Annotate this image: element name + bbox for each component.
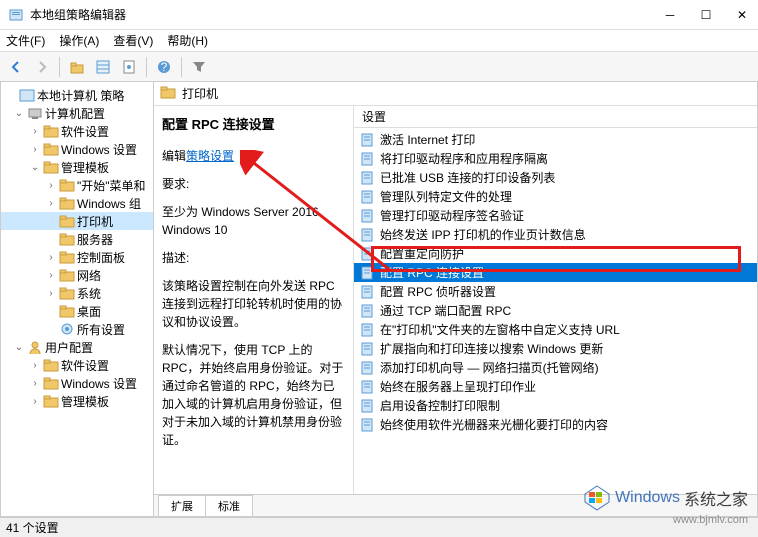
separator (181, 57, 182, 77)
list-item[interactable]: 在"打印机"文件夹的左窗格中自定义支持 URL (354, 320, 757, 339)
edit-policy-link[interactable]: 策略设置 (186, 149, 234, 163)
policy-icon (360, 418, 376, 432)
tree-printers[interactable]: 打印机 (1, 212, 153, 230)
help-button[interactable]: ? (152, 55, 176, 79)
setting-title: 配置 RPC 连接设置 (162, 114, 345, 133)
tree-control-panel[interactable]: ›控制面板 (1, 248, 153, 266)
watermark-brand1: Windows (615, 489, 680, 507)
policy-icon (360, 247, 376, 261)
path-current: 打印机 (182, 85, 218, 102)
tree-u-windows[interactable]: ›Windows 设置 (1, 374, 153, 392)
list-item[interactable]: 启用设备控制打印限制 (354, 396, 757, 415)
window-title: 本地组策略编辑器 (30, 6, 662, 23)
policy-icon (360, 266, 376, 280)
menu-action[interactable]: 操作(A) (59, 32, 99, 49)
menu-file[interactable]: 文件(F) (6, 32, 45, 49)
tree-windows-settings[interactable]: ›Windows 设置 (1, 140, 153, 158)
status-bar: 41 个设置 (0, 517, 758, 537)
description-text: 该策略设置控制在向外发送 RPC 连接到远程打印轮转机时使用的协议和协议设置。 (162, 277, 345, 331)
list-item[interactable]: 添加打印机向导 — 网络扫描页(托管网络) (354, 358, 757, 377)
policy-icon (360, 323, 376, 337)
tree-network[interactable]: ›网络 (1, 266, 153, 284)
up-button[interactable] (65, 55, 89, 79)
edit-prefix: 编辑 (162, 149, 186, 163)
content-panel: 打印机 配置 RPC 连接设置 编辑策略设置 要求: 至少为 Windows S… (154, 82, 758, 517)
requirement-label: 要求: (162, 175, 345, 193)
policy-icon (360, 380, 376, 394)
tree-desktop[interactable]: 桌面 (1, 302, 153, 320)
policy-icon (360, 399, 376, 413)
menu-view[interactable]: 查看(V) (113, 32, 153, 49)
tree-u-admin[interactable]: ›管理模板 (1, 392, 153, 410)
tree-servers[interactable]: 服务器 (1, 230, 153, 248)
tab-standard[interactable]: 标准 (205, 495, 253, 516)
list-item[interactable]: 配置 RPC 侦听器设置 (354, 282, 757, 301)
tab-extended[interactable]: 扩展 (158, 495, 206, 516)
tree-computer-config[interactable]: ⌄计算机配置 (1, 104, 153, 122)
properties-button[interactable] (117, 55, 141, 79)
list-item[interactable]: 已批准 USB 连接的打印设备列表 (354, 168, 757, 187)
tree-all-settings[interactable]: 所有设置 (1, 320, 153, 338)
status-text: 41 个设置 (6, 519, 59, 536)
separator (146, 57, 147, 77)
watermark: Windows系统之家 www.bjmlv.com (583, 484, 748, 512)
tree-u-software[interactable]: ›软件设置 (1, 356, 153, 374)
policy-icon (360, 171, 376, 185)
description-text2: 默认情况下，使用 TCP 上的 RPC，并始终启用身份验证。对于通过命名管道的 … (162, 341, 345, 449)
list-item[interactable]: 扩展指向和打印连接以搜索 Windows 更新 (354, 339, 757, 358)
separator (59, 57, 60, 77)
svg-text:?: ? (161, 60, 168, 74)
policy-icon (360, 133, 376, 147)
policy-icon (360, 285, 376, 299)
list-item[interactable]: 始终发送 IPP 打印机的作业页计数信息 (354, 225, 757, 244)
watermark-brand2: 系统之家 (684, 486, 748, 510)
policy-icon (360, 190, 376, 204)
list-item[interactable]: 将打印驱动程序和应用程序隔离 (354, 149, 757, 168)
menubar: 文件(F) 操作(A) 查看(V) 帮助(H) (0, 30, 758, 52)
watermark-url: www.bjmlv.com (673, 514, 748, 526)
list-item[interactable]: 始终在服务器上呈现打印作业 (354, 377, 757, 396)
list-item[interactable]: 激活 Internet 打印 (354, 130, 757, 149)
requirement-text: 至少为 Windows Server 2016、Windows 10 (162, 203, 345, 239)
policy-icon (360, 361, 376, 375)
list-item[interactable]: 配置重定向防护 (354, 244, 757, 263)
maximize-button[interactable]: ☐ (698, 7, 714, 23)
menu-help[interactable]: 帮助(H) (167, 32, 208, 49)
description-panel: 配置 RPC 连接设置 编辑策略设置 要求: 至少为 Windows Serve… (154, 106, 354, 494)
settings-list: 设置 激活 Internet 打印将打印驱动程序和应用程序隔离已批准 USB 连… (354, 106, 757, 494)
filter-button[interactable] (187, 55, 211, 79)
tree-root[interactable]: 本地计算机 策略 (1, 86, 153, 104)
policy-icon (360, 209, 376, 223)
tree-admin-templates[interactable]: ⌄管理模板 (1, 158, 153, 176)
toolbar: ? (0, 52, 758, 82)
tree-panel: 本地计算机 策略 ⌄计算机配置 ›软件设置 ›Windows 设置 ⌄管理模板 … (0, 82, 154, 517)
list-header[interactable]: 设置 (354, 106, 757, 128)
path-bar: 打印机 (154, 82, 757, 106)
forward-button[interactable] (30, 55, 54, 79)
policy-icon (360, 228, 376, 242)
policy-icon (360, 152, 376, 166)
app-icon (8, 7, 24, 23)
list-item[interactable]: 管理打印驱动程序签名验证 (354, 206, 757, 225)
close-button[interactable]: ✕ (734, 7, 750, 23)
tree-start-menu[interactable]: ›"开始"菜单和 (1, 176, 153, 194)
minimize-button[interactable]: ─ (662, 7, 678, 23)
policy-icon (360, 304, 376, 318)
tree-user-config[interactable]: ⌄用户配置 (1, 338, 153, 356)
list-item[interactable]: 配置 RPC 连接设置 (354, 263, 757, 282)
windows-logo-icon (583, 484, 611, 512)
tree-windows-components[interactable]: ›Windows 组 (1, 194, 153, 212)
policy-icon (360, 342, 376, 356)
description-label: 描述: (162, 249, 345, 267)
list-item[interactable]: 通过 TCP 端口配置 RPC (354, 301, 757, 320)
folder-icon (160, 85, 176, 102)
view-list-button[interactable] (91, 55, 115, 79)
list-item[interactable]: 管理队列特定文件的处理 (354, 187, 757, 206)
back-button[interactable] (4, 55, 28, 79)
list-item[interactable]: 始终使用软件光栅器来光栅化要打印的内容 (354, 415, 757, 434)
tree-system[interactable]: ›系统 (1, 284, 153, 302)
tree-software-settings[interactable]: ›软件设置 (1, 122, 153, 140)
